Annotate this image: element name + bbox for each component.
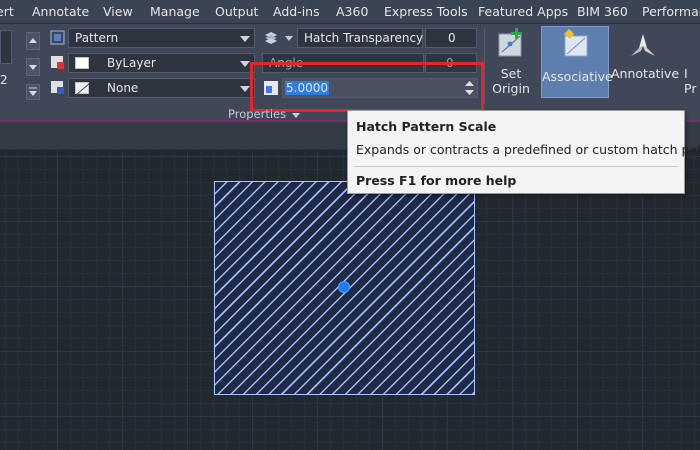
tab-bim-360[interactable]: BIM 360 [577, 4, 628, 19]
left-partial-icon[interactable] [0, 30, 12, 64]
ribbon-tab-bar: ert Annotate View Manage Output Add-ins … [0, 0, 700, 24]
highlight-box [250, 62, 484, 112]
properties-panel-label: Properties [228, 107, 287, 121]
tooltip-help: Press F1 for more help [356, 173, 517, 188]
associative-button[interactable]: Associative [541, 26, 613, 98]
layers-icon[interactable] [263, 29, 279, 45]
set-origin-label: Set Origin [492, 66, 530, 96]
chevron-down-icon [29, 65, 37, 70]
expand-button[interactable] [26, 84, 40, 100]
hatch-color-icon [51, 56, 64, 69]
background-color-value: None [107, 81, 139, 95]
tab-express-tools[interactable]: Express Tools [384, 4, 468, 19]
chevron-up-icon [29, 38, 37, 43]
annotative-button[interactable]: Annotative [611, 26, 680, 98]
background-color-icon [51, 81, 64, 94]
associative-icon [564, 29, 588, 57]
hatch-color-value: ByLayer [107, 56, 156, 70]
slash-icon [75, 82, 91, 96]
tooltip-title: Hatch Pattern Scale [356, 119, 497, 134]
autocad-window: ert Annotate View Manage Output Add-ins … [0, 0, 700, 450]
dropdown-arrow-icon [240, 36, 250, 42]
associative-label: Associative [542, 69, 613, 84]
tab-output[interactable]: Output [215, 4, 258, 19]
dropdown-arrow-icon [240, 86, 250, 92]
left-number: 2 [0, 73, 8, 87]
transparency-value: 0 [448, 31, 456, 45]
tooltip: Hatch Pattern Scale Expands or contracts… [347, 110, 700, 194]
panel-expand-icon[interactable] [292, 113, 300, 118]
expand-icon [29, 87, 37, 96]
transparency-label: Hatch Transparency [304, 31, 424, 45]
set-origin-icon [498, 28, 522, 57]
hatch-type-combo[interactable]: Pattern [68, 28, 255, 48]
scroll-up-button[interactable] [26, 32, 40, 50]
tab-a360[interactable]: A360 [336, 4, 368, 19]
tooltip-separator [354, 166, 678, 167]
annotative-icon [631, 34, 655, 56]
background-color-combo[interactable]: None [68, 78, 255, 98]
hatch-center-grip[interactable] [338, 281, 350, 293]
tab-view[interactable]: View [103, 4, 133, 19]
dropdown-arrow-icon [240, 61, 250, 67]
hatch-type-value: Pattern [75, 31, 119, 45]
transparency-label-field[interactable]: Hatch Transparency [297, 28, 423, 48]
tab-manage[interactable]: Manage [150, 4, 200, 19]
cut-off-button-label[interactable]: I Pr [684, 66, 700, 96]
annotative-label: Annotative [611, 66, 680, 81]
scroll-down-button[interactable] [26, 58, 40, 76]
panel-separator [484, 28, 485, 104]
transparency-value-field[interactable]: 0 [425, 28, 477, 48]
hatch-type-icon [50, 30, 65, 45]
none-swatch [75, 82, 91, 96]
tab-featured-apps[interactable]: Featured Apps [478, 4, 568, 19]
hatch-color-combo[interactable]: ByLayer [68, 53, 255, 73]
tooltip-description: Expands or contracts a predefined or cus… [356, 142, 700, 157]
set-origin-button[interactable]: Set Origin [488, 26, 534, 98]
tab-insert[interactable]: ert [0, 4, 14, 19]
tab-add-ins[interactable]: Add-ins [273, 4, 320, 19]
tab-performance[interactable]: Performan [642, 4, 700, 19]
tab-annotate[interactable]: Annotate [32, 4, 89, 19]
transparency-dropdown-icon[interactable] [285, 36, 293, 41]
color-swatch [75, 57, 89, 69]
